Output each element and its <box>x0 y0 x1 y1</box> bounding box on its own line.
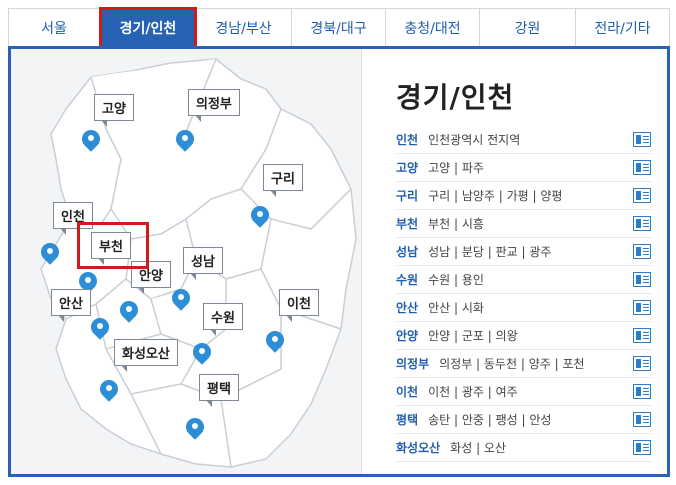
city-label: 성남 <box>183 247 223 280</box>
location-pin-icon <box>91 318 109 342</box>
location-pin-icon <box>82 130 100 154</box>
region-cities: 의정부 | 동두천 | 양주 | 포천 <box>439 357 585 371</box>
tab-gangwon[interactable]: 강원 <box>480 8 576 48</box>
list-item[interactable]: 안양 안양 | 군포 | 의왕 <box>396 322 651 350</box>
region-name: 의정부 <box>396 357 430 371</box>
document-icon[interactable] <box>633 216 651 231</box>
tab-gyeongbuk-daegu[interactable]: 경북/대구 <box>292 8 386 48</box>
bucheon-highlight-box <box>77 222 149 269</box>
region-cities: 안산 | 시화 <box>428 301 484 315</box>
location-pin-icon <box>186 418 204 442</box>
document-icon[interactable] <box>633 244 651 259</box>
city-label: 수원 <box>203 303 243 336</box>
document-icon[interactable] <box>633 384 651 399</box>
region-name: 부천 <box>396 217 419 231</box>
tab-gyeongnam-busan[interactable]: 경남/부산 <box>196 8 292 48</box>
tab-gyeonggi-incheon[interactable]: 경기/인천 <box>99 7 197 49</box>
region-list: 인천 인천광역시 전지역 고양 고양 | 파주 구리 구리 | 남양주 | 가평… <box>396 126 651 462</box>
list-item[interactable]: 고양 고양 | 파주 <box>396 154 651 182</box>
document-icon[interactable] <box>633 328 651 343</box>
region-name: 인천 <box>396 133 419 147</box>
city-label: 구리 <box>263 164 303 197</box>
city-label: 이천 <box>279 289 319 322</box>
location-pin-icon <box>100 380 118 404</box>
document-icon[interactable] <box>633 300 651 315</box>
document-icon[interactable] <box>633 440 651 455</box>
tab-jeolla-etc[interactable]: 전라/기타 <box>576 8 670 48</box>
region-name: 평택 <box>396 413 419 427</box>
list-item[interactable]: 평택 송탄 | 안중 | 팽성 | 안성 <box>396 406 651 434</box>
region-cities: 이천 | 광주 | 여주 <box>428 385 518 399</box>
tab-chungcheong-daejeon[interactable]: 충청/대전 <box>386 8 480 48</box>
document-icon[interactable] <box>633 132 651 147</box>
location-pin-icon <box>251 206 269 230</box>
city-label: 화성오산 <box>114 339 178 372</box>
list-item[interactable]: 부천 부천 | 시흥 <box>396 210 651 238</box>
document-icon[interactable] <box>633 188 651 203</box>
document-icon[interactable] <box>633 160 651 175</box>
list-item[interactable]: 의정부 의정부 | 동두천 | 양주 | 포천 <box>396 350 651 378</box>
region-cities: 송탄 | 안중 | 팽성 | 안성 <box>428 413 552 427</box>
region-cities: 수원 | 용인 <box>428 273 484 287</box>
panel-title: 경기/인천 <box>396 81 515 114</box>
city-label: 의정부 <box>188 89 240 122</box>
region-list-panel: 경기/인천 인천 인천광역시 전지역 고양 고양 | 파주 구리 구리 | 남양… <box>361 49 667 474</box>
list-item[interactable]: 화성오산 화성 | 오산 <box>396 434 651 462</box>
city-label: 고양 <box>94 94 134 127</box>
list-item[interactable]: 안산 안산 | 시화 <box>396 294 651 322</box>
region-name: 고양 <box>396 161 419 175</box>
list-item[interactable]: 이천 이천 | 광주 | 여주 <box>396 378 651 406</box>
region-tabs: 서울 경기/인천 경남/부산 경북/대구 충청/대전 강원 전라/기타 <box>8 7 670 49</box>
location-pin-icon <box>176 130 194 154</box>
region-name: 안산 <box>396 301 419 315</box>
region-name: 구리 <box>396 189 419 203</box>
list-item[interactable]: 수원 수원 | 용인 <box>396 266 651 294</box>
region-cities: 안양 | 군포 | 의왕 <box>428 329 518 343</box>
region-cities: 구리 | 남양주 | 가평 | 양평 <box>428 189 563 203</box>
list-item[interactable]: 인천 인천광역시 전지역 <box>396 126 651 154</box>
location-pin-icon <box>193 343 211 367</box>
region-name: 성남 <box>396 245 419 259</box>
location-pin-icon <box>266 331 284 355</box>
region-cities: 인천광역시 전지역 <box>428 133 521 147</box>
region-cities: 성남 | 분당 | 판교 | 광주 <box>428 245 552 259</box>
tab-seoul[interactable]: 서울 <box>8 8 100 48</box>
city-label: 평택 <box>199 374 239 407</box>
region-cities: 부천 | 시흥 <box>428 217 484 231</box>
city-label: 안산 <box>51 289 91 322</box>
region-cities: 화성 | 오산 <box>450 441 507 455</box>
region-name: 화성오산 <box>396 441 441 455</box>
region-name: 이천 <box>396 385 419 399</box>
location-pin-icon <box>172 289 190 313</box>
location-pin-icon <box>41 243 59 267</box>
document-icon[interactable] <box>633 272 651 287</box>
content-frame: 고양 의정부 구리 인천 부천 안양 성남 안산 수원 이천 화성오산 평택 경… <box>8 46 670 477</box>
region-cities: 고양 | 파주 <box>428 161 484 175</box>
document-icon[interactable] <box>633 356 651 371</box>
list-item[interactable]: 구리 구리 | 남양주 | 가평 | 양평 <box>396 182 651 210</box>
region-name: 안양 <box>396 329 419 343</box>
document-icon[interactable] <box>633 412 651 427</box>
list-item[interactable]: 성남 성남 | 분당 | 판교 | 광주 <box>396 238 651 266</box>
region-name: 수원 <box>396 273 419 287</box>
region-map: 고양 의정부 구리 인천 부천 안양 성남 안산 수원 이천 화성오산 평택 <box>11 49 361 474</box>
location-pin-icon <box>120 301 138 325</box>
